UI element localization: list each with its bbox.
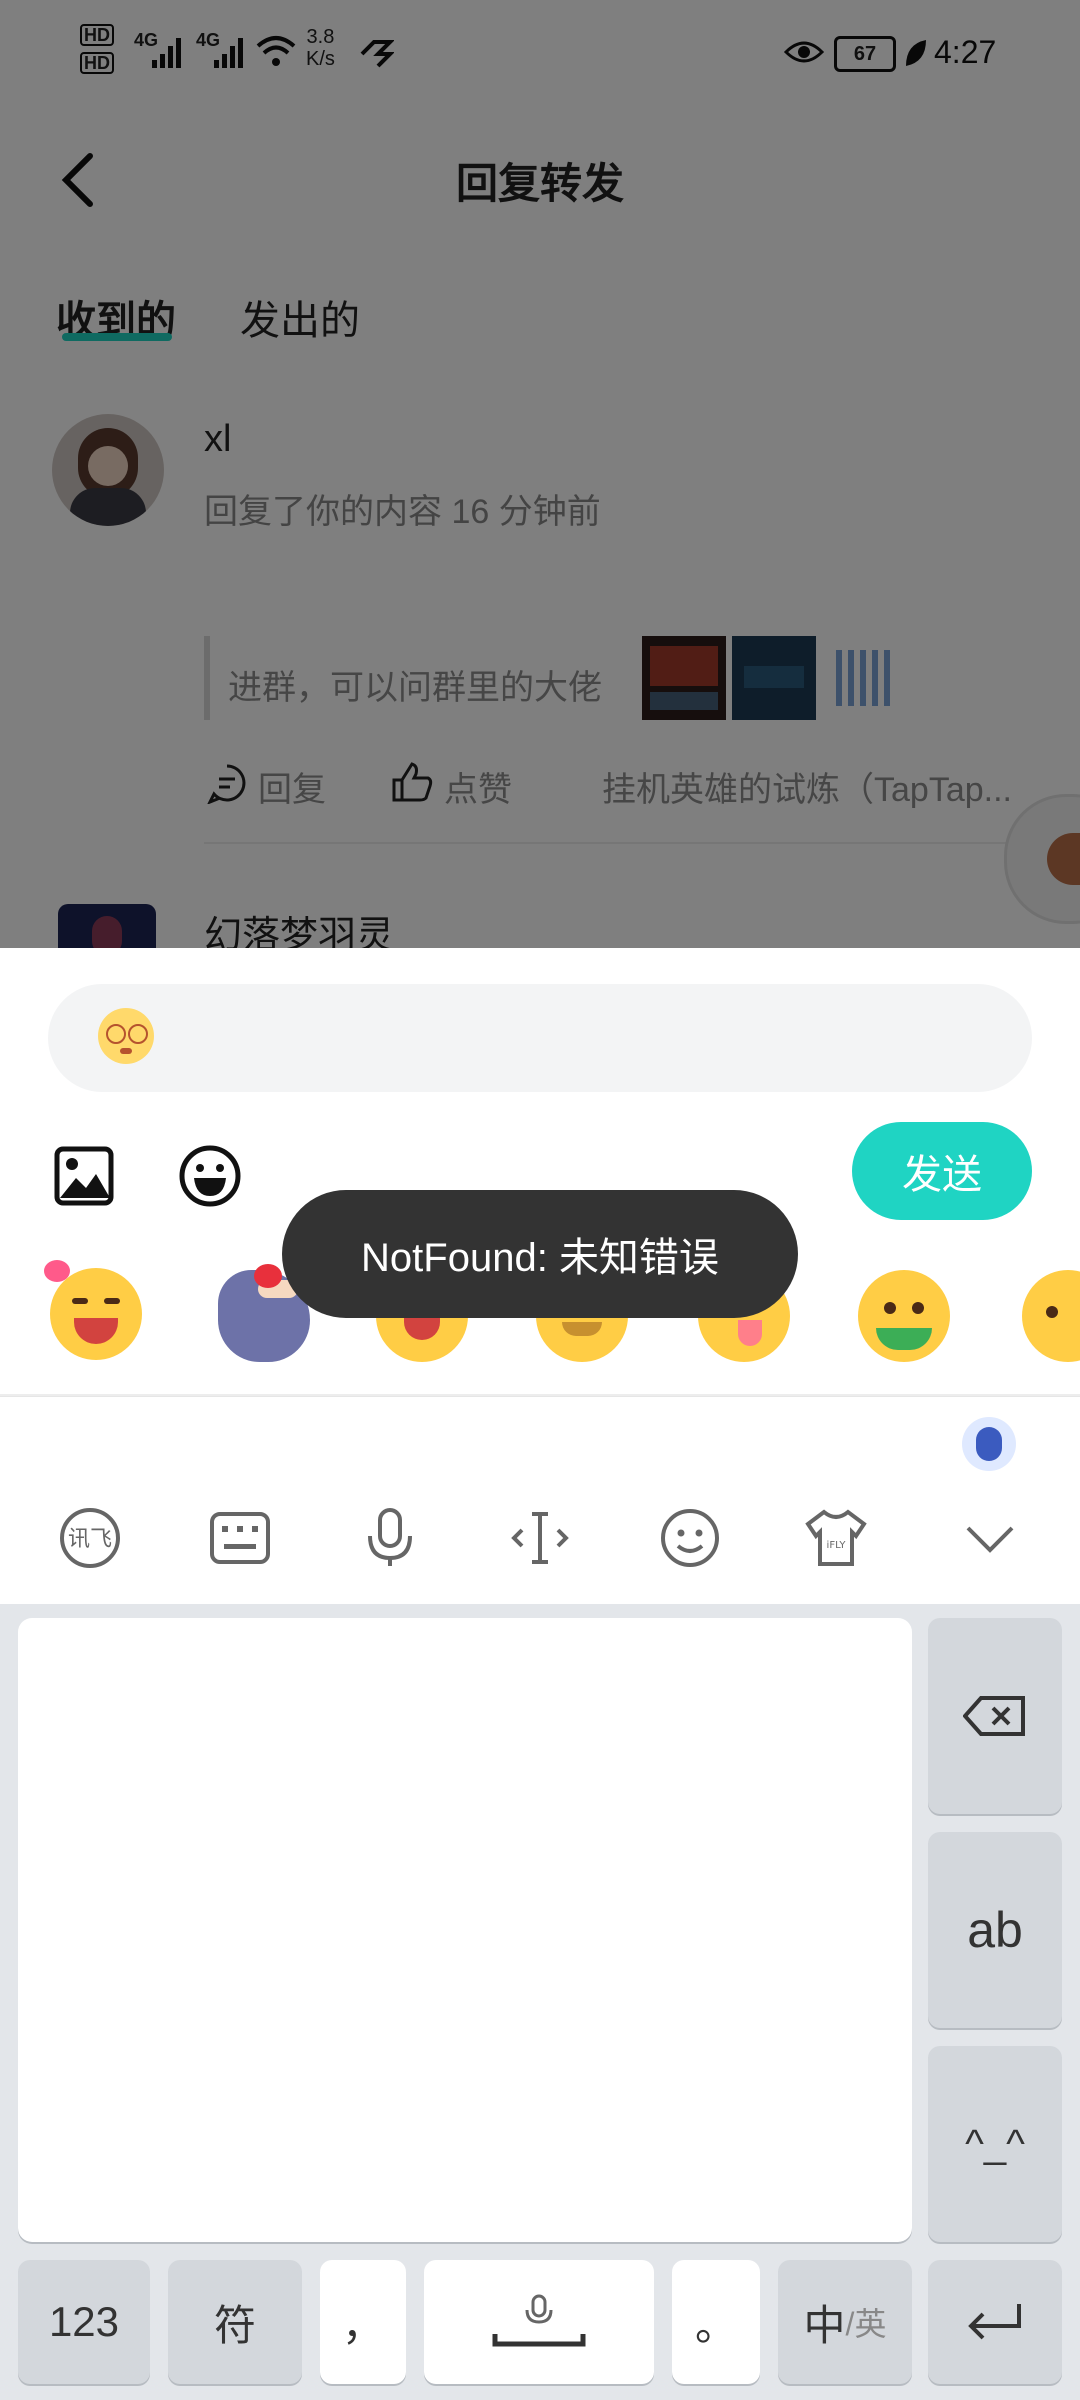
svg-text:讯飞: 讯飞 [68,1527,112,1552]
backspace-icon [963,1696,1025,1736]
heart-decoration [254,1264,282,1288]
backspace-key[interactable] [928,1618,1062,1814]
lang-main: 中 [803,2301,846,2349]
reply-input[interactable] [48,984,1032,1092]
enter-icon [968,2304,1021,2340]
ifly-logo-icon[interactable]: 讯飞 [58,1506,122,1570]
keyboard: ab ^_^ 123 符 ， 。 中/英 [0,1604,1080,2400]
ifly-mascot-icon[interactable] [962,1417,1016,1471]
space-mic-icon [492,2294,586,2347]
enter-key[interactable] [928,2260,1062,2384]
heart-decoration [44,1260,70,1282]
error-toast: NotFound: 未知错误 [282,1190,798,1318]
ab-key[interactable]: ab [928,1832,1062,2028]
ifly-brand-text: iFLY [827,1540,847,1551]
cursor-move-icon[interactable] [508,1506,572,1570]
send-button[interactable]: 发送 [852,1122,1032,1220]
emoji-picker-icon[interactable] [178,1144,242,1208]
space-key[interactable] [424,2260,654,2384]
keyboard-toolbar [0,1396,1080,1605]
modal-dim-overlay[interactable] [0,0,1080,948]
numbers-key[interactable]: 123 [18,2260,150,2384]
symbols-key[interactable]: 符 [168,2260,302,2384]
comma-key[interactable]: ， [320,2260,406,2384]
reply-forward-page: HD HD 4G 4G 3.8 K/s 67 4:27 回复转发 收到的 发出的 [0,0,1080,948]
language-switch-key[interactable]: 中/英 [778,2260,912,2384]
flushed-face-emoji [98,1008,154,1064]
emoticon-key[interactable]: ^_^ [928,2046,1062,2242]
skin-shirt-icon[interactable]: iFLY [804,1506,868,1570]
partial-emoji[interactable] [1022,1270,1080,1362]
handwriting-area[interactable] [18,1618,912,2242]
eating-watermelon-emoji[interactable] [858,1270,950,1362]
laughing-emoji[interactable] [50,1268,142,1360]
period-key[interactable]: 。 [672,2260,760,2384]
reply-composer: 发送 [0,948,1080,1396]
keyboard-layout-icon[interactable] [208,1506,272,1570]
lang-sub: /英 [845,2306,887,2342]
collapse-keyboard-icon[interactable] [958,1506,1022,1570]
emoji-keyboard-icon[interactable] [658,1506,722,1570]
microphone-icon[interactable] [358,1506,422,1570]
image-picker-icon[interactable] [54,1146,114,1206]
